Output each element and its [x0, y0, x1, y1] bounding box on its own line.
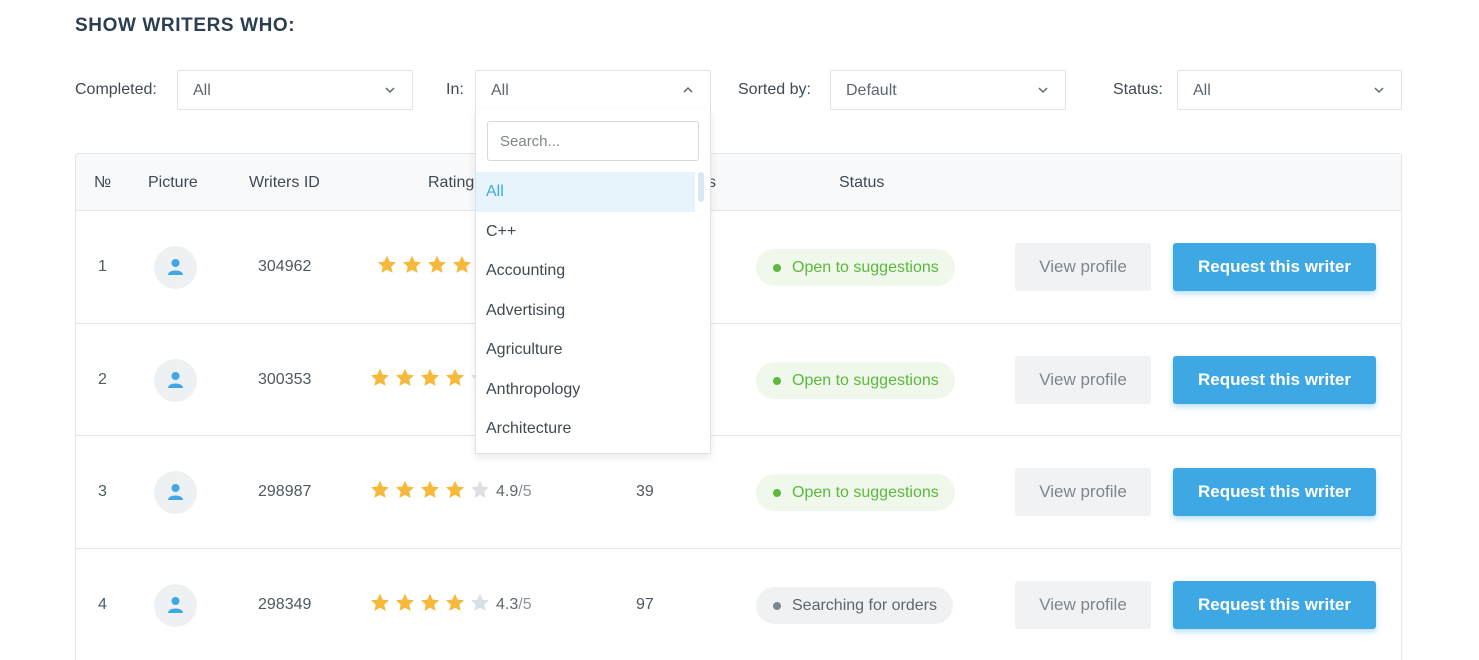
status-dot	[773, 264, 781, 272]
request-writer-button[interactable]: Request this writer	[1173, 243, 1376, 291]
star-icon	[446, 480, 464, 498]
view-profile-button[interactable]: View profile	[1015, 581, 1151, 629]
user-icon	[168, 597, 183, 613]
header-number: №	[94, 174, 112, 191]
writers-table: № Picture Writers ID Rating s Status 1 3…	[75, 153, 1402, 660]
status-badge: Searching for orders	[756, 587, 953, 624]
writer-id: 300353	[258, 371, 312, 388]
sorted-select[interactable]: Default	[830, 70, 1066, 110]
row-number: 3	[98, 483, 107, 500]
view-profile-button[interactable]: View profile	[1015, 468, 1151, 516]
chevron-down-icon	[1373, 84, 1385, 96]
completed-select[interactable]: All	[177, 70, 413, 110]
star-icon	[428, 255, 446, 273]
avatar	[154, 471, 197, 514]
dropdown-option-advertising[interactable]: Advertising	[476, 291, 695, 331]
status-label: Status:	[1113, 81, 1163, 98]
rating-value: 4.3/5	[496, 596, 532, 613]
star-icon	[471, 480, 489, 498]
status-badge: Open to suggestions	[756, 362, 955, 399]
request-writer-button[interactable]: Request this writer	[1173, 581, 1376, 629]
star-icon	[421, 593, 439, 611]
table-row: 1 304962 Open to suggestions View profil…	[76, 211, 1401, 324]
completed-select-value: All	[193, 82, 211, 99]
status-dot	[773, 602, 781, 610]
in-label: In:	[446, 81, 464, 98]
star-icon	[396, 593, 414, 611]
dropdown-option-architecture[interactable]: Architecture	[476, 409, 695, 449]
status-dot	[773, 489, 781, 497]
dropdown-options: All C++ Accounting Advertising Agricultu…	[476, 172, 695, 449]
star-icon	[421, 480, 439, 498]
star-icon	[421, 368, 439, 386]
row-number: 4	[98, 596, 107, 613]
user-icon	[168, 372, 183, 388]
request-writer-button[interactable]: Request this writer	[1173, 468, 1376, 516]
user-icon	[168, 259, 183, 275]
star-rating	[369, 592, 491, 614]
header-status: Status	[839, 174, 885, 191]
dropdown-option-accounting[interactable]: Accounting	[476, 251, 695, 291]
dropdown-option-agriculture[interactable]: Agriculture	[476, 330, 695, 370]
writer-id: 298349	[258, 596, 312, 613]
table-row: 3 298987 4.9/5 39 Open to suggestions Vi…	[76, 436, 1401, 549]
dropdown-option-cpp[interactable]: C++	[476, 212, 695, 252]
user-icon	[168, 484, 183, 500]
star-icon	[396, 480, 414, 498]
view-profile-button[interactable]: View profile	[1015, 356, 1151, 404]
star-icon	[371, 480, 389, 498]
star-rating	[369, 367, 491, 389]
star-icon	[446, 368, 464, 386]
header-writer-id: Writers ID	[249, 174, 320, 191]
status-badge: Open to suggestions	[756, 249, 955, 286]
avatar	[154, 246, 197, 289]
star-icon	[446, 593, 464, 611]
chevron-up-icon	[682, 84, 694, 96]
table-header: № Picture Writers ID Rating s Status	[76, 154, 1401, 211]
star-icon	[471, 593, 489, 611]
orders-count: 97	[636, 596, 654, 613]
star-icon	[453, 255, 471, 273]
sorted-select-value: Default	[846, 82, 897, 99]
dropdown-option-anthropology[interactable]: Anthropology	[476, 370, 695, 410]
star-icon	[371, 593, 389, 611]
sorted-label: Sorted by:	[738, 81, 811, 98]
completed-label: Completed:	[75, 81, 157, 98]
header-picture: Picture	[148, 174, 198, 191]
star-icon	[396, 368, 414, 386]
status-select-value: All	[1193, 82, 1211, 99]
avatar	[154, 584, 197, 627]
status-badge: Open to suggestions	[756, 474, 955, 511]
dropdown-scrollbar[interactable]	[698, 172, 704, 202]
status-select[interactable]: All	[1177, 70, 1402, 110]
rating-value: 4.9/5	[496, 483, 532, 500]
row-number: 1	[98, 258, 107, 275]
star-icon	[371, 368, 389, 386]
chevron-down-icon	[1037, 84, 1049, 96]
header-rating: Rating	[428, 174, 475, 191]
view-profile-button[interactable]: View profile	[1015, 243, 1151, 291]
chevron-down-icon	[384, 84, 396, 96]
in-select-value: All	[491, 82, 509, 99]
writer-id: 304962	[258, 258, 312, 275]
row-number: 2	[98, 371, 107, 388]
avatar	[154, 359, 197, 402]
dropdown-option-all[interactable]: All	[476, 172, 695, 212]
star-icon	[378, 255, 396, 273]
in-dropdown-menu: All C++ Accounting Advertising Agricultu…	[475, 109, 711, 454]
star-icon	[403, 255, 421, 273]
status-dot	[773, 377, 781, 385]
orders-count: 39	[636, 483, 654, 500]
writer-id: 298987	[258, 483, 312, 500]
table-row: 2 300353 Open to suggestions View profil…	[76, 324, 1401, 436]
in-select[interactable]: All	[475, 70, 711, 110]
dropdown-search-input[interactable]	[487, 121, 699, 161]
table-row: 4 298349 4.3/5 97 Searching for orders V…	[76, 549, 1401, 660]
star-rating	[369, 479, 491, 501]
request-writer-button[interactable]: Request this writer	[1173, 356, 1376, 404]
page-heading: SHOW WRITERS WHO:	[75, 15, 296, 36]
